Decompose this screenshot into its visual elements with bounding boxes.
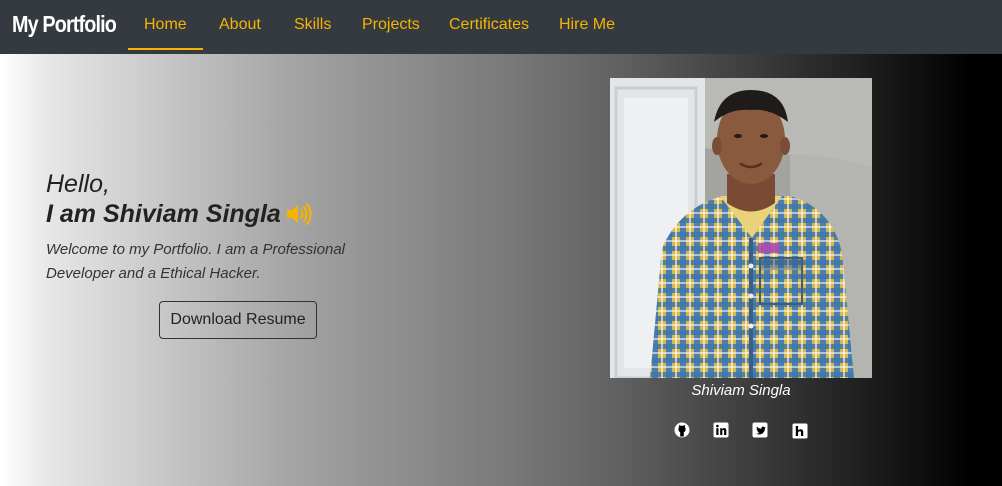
nav-projects[interactable]: Projects [362, 14, 420, 36]
nav-about[interactable]: About [219, 14, 261, 36]
name-heading: I am Shiviam Singla [46, 198, 315, 230]
nav-home[interactable]: Home [144, 14, 187, 36]
hackerrank-icon[interactable] [792, 423, 808, 439]
greeting-text: Hello, [46, 170, 110, 198]
linkedin-icon[interactable] [713, 422, 729, 438]
nav-certificates[interactable]: Certificates [449, 14, 529, 36]
speaker-icon[interactable] [285, 202, 315, 226]
twitter-icon[interactable] [752, 422, 768, 438]
github-icon[interactable] [674, 422, 690, 438]
download-resume-button[interactable]: Download Resume [159, 301, 317, 339]
navbar: My Portfolio Home About Skills Projects … [0, 0, 1002, 54]
nav-hire-me[interactable]: Hire Me [559, 14, 615, 36]
profile-caption: Shiviam Singla [691, 382, 791, 399]
nav-skills[interactable]: Skills [294, 14, 331, 36]
name-text: I am Shiviam Singla [46, 200, 281, 228]
brand-logo[interactable]: My Portfolio [12, 9, 117, 39]
active-nav-indicator [128, 48, 203, 50]
profile-photo [610, 78, 872, 378]
intro-text: Welcome to my Portfolio. I am a Professi… [46, 241, 346, 282]
